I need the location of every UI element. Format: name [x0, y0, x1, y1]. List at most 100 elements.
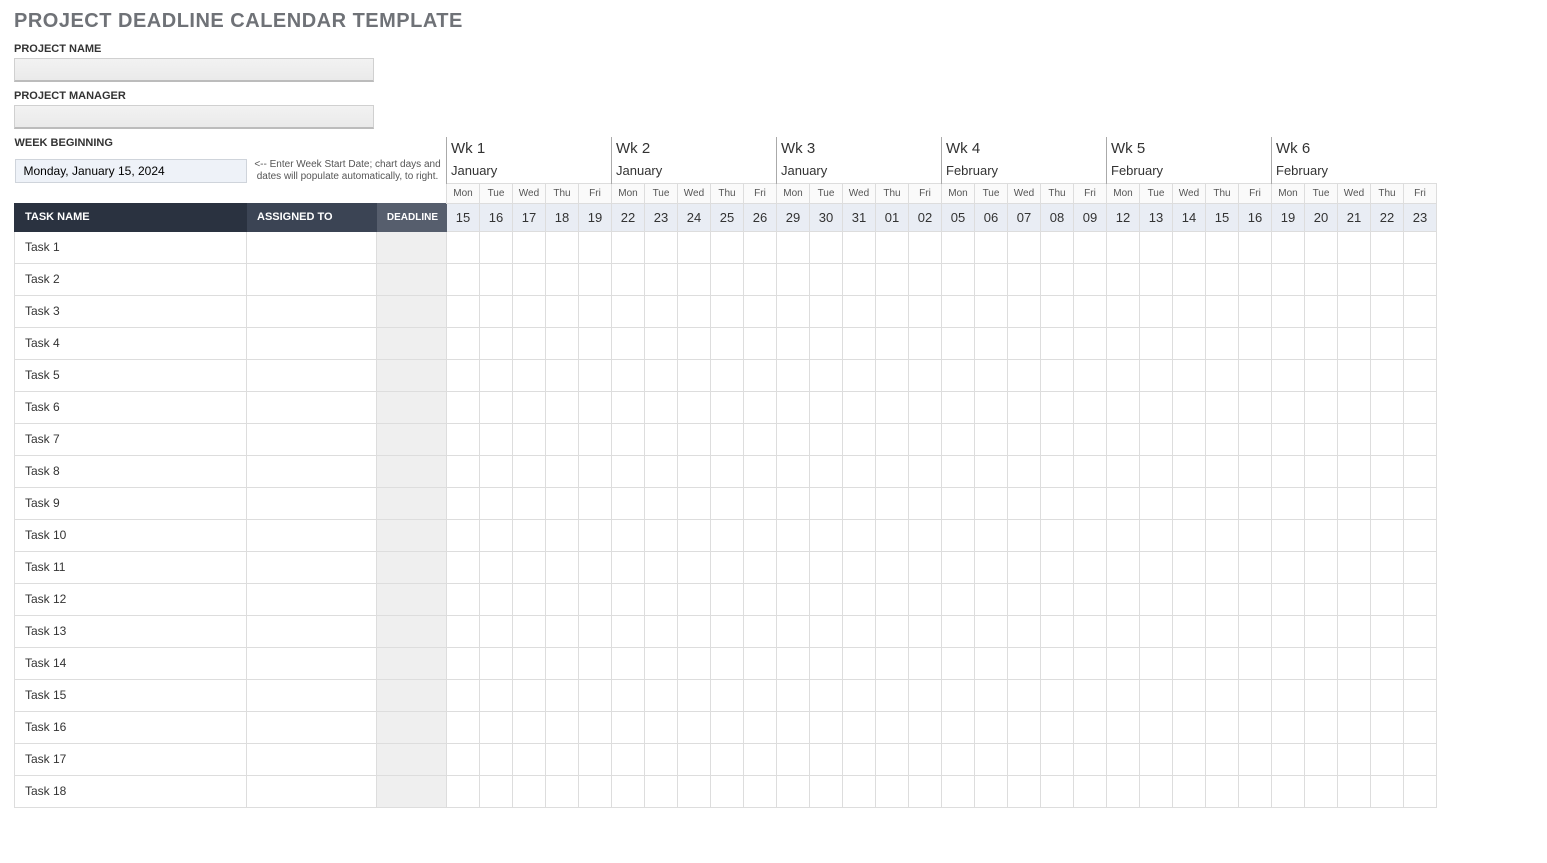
calendar-cell[interactable]	[810, 743, 843, 775]
calendar-cell[interactable]	[645, 487, 678, 519]
calendar-cell[interactable]	[744, 519, 777, 551]
calendar-cell[interactable]	[546, 295, 579, 327]
calendar-cell[interactable]	[876, 263, 909, 295]
calendar-cell[interactable]	[1107, 359, 1140, 391]
calendar-cell[interactable]	[1041, 583, 1074, 615]
calendar-cell[interactable]	[1041, 263, 1074, 295]
calendar-cell[interactable]	[942, 231, 975, 263]
calendar-cell[interactable]	[1239, 711, 1272, 743]
calendar-cell[interactable]	[513, 615, 546, 647]
calendar-cell[interactable]	[876, 583, 909, 615]
calendar-cell[interactable]	[1107, 391, 1140, 423]
calendar-cell[interactable]	[777, 231, 810, 263]
calendar-cell[interactable]	[579, 231, 612, 263]
calendar-cell[interactable]	[975, 359, 1008, 391]
calendar-cell[interactable]	[1173, 487, 1206, 519]
calendar-cell[interactable]	[876, 487, 909, 519]
calendar-cell[interactable]	[843, 679, 876, 711]
calendar-cell[interactable]	[1272, 423, 1305, 455]
task-name-cell[interactable]: Task 11	[15, 551, 247, 583]
calendar-cell[interactable]	[876, 711, 909, 743]
calendar-cell[interactable]	[1338, 775, 1371, 807]
calendar-cell[interactable]	[1140, 583, 1173, 615]
calendar-cell[interactable]	[1305, 423, 1338, 455]
calendar-cell[interactable]	[1107, 327, 1140, 359]
calendar-cell[interactable]	[1338, 487, 1371, 519]
calendar-cell[interactable]	[546, 487, 579, 519]
calendar-cell[interactable]	[810, 327, 843, 359]
calendar-cell[interactable]	[744, 647, 777, 679]
calendar-cell[interactable]	[1173, 519, 1206, 551]
calendar-cell[interactable]	[480, 231, 513, 263]
assigned-cell[interactable]	[247, 711, 377, 743]
calendar-cell[interactable]	[579, 519, 612, 551]
calendar-cell[interactable]	[1173, 391, 1206, 423]
deadline-cell[interactable]	[377, 359, 447, 391]
calendar-cell[interactable]	[1041, 519, 1074, 551]
calendar-cell[interactable]	[645, 263, 678, 295]
calendar-cell[interactable]	[546, 359, 579, 391]
calendar-cell[interactable]	[810, 711, 843, 743]
calendar-cell[interactable]	[1305, 743, 1338, 775]
calendar-cell[interactable]	[1404, 615, 1437, 647]
calendar-cell[interactable]	[909, 231, 942, 263]
calendar-cell[interactable]	[909, 423, 942, 455]
calendar-cell[interactable]	[1107, 615, 1140, 647]
calendar-cell[interactable]	[579, 679, 612, 711]
calendar-cell[interactable]	[1338, 679, 1371, 711]
calendar-cell[interactable]	[1404, 455, 1437, 487]
calendar-cell[interactable]	[744, 775, 777, 807]
calendar-cell[interactable]	[1173, 615, 1206, 647]
calendar-cell[interactable]	[678, 679, 711, 711]
calendar-cell[interactable]	[975, 327, 1008, 359]
calendar-cell[interactable]	[1074, 231, 1107, 263]
calendar-cell[interactable]	[975, 551, 1008, 583]
calendar-cell[interactable]	[975, 743, 1008, 775]
calendar-cell[interactable]	[711, 487, 744, 519]
calendar-cell[interactable]	[480, 455, 513, 487]
task-name-cell[interactable]: Task 15	[15, 679, 247, 711]
calendar-cell[interactable]	[711, 295, 744, 327]
calendar-cell[interactable]	[711, 263, 744, 295]
task-name-cell[interactable]: Task 7	[15, 423, 247, 455]
calendar-cell[interactable]	[480, 775, 513, 807]
calendar-cell[interactable]	[678, 743, 711, 775]
deadline-cell[interactable]	[377, 231, 447, 263]
calendar-cell[interactable]	[876, 455, 909, 487]
calendar-cell[interactable]	[1041, 551, 1074, 583]
calendar-cell[interactable]	[1239, 423, 1272, 455]
calendar-cell[interactable]	[1206, 647, 1239, 679]
calendar-cell[interactable]	[1074, 519, 1107, 551]
calendar-cell[interactable]	[1305, 295, 1338, 327]
calendar-cell[interactable]	[612, 647, 645, 679]
calendar-cell[interactable]	[1338, 583, 1371, 615]
calendar-cell[interactable]	[843, 263, 876, 295]
calendar-cell[interactable]	[1140, 551, 1173, 583]
calendar-cell[interactable]	[1371, 423, 1404, 455]
calendar-cell[interactable]	[909, 519, 942, 551]
calendar-cell[interactable]	[876, 743, 909, 775]
calendar-cell[interactable]	[1239, 391, 1272, 423]
calendar-cell[interactable]	[447, 711, 480, 743]
calendar-cell[interactable]	[678, 327, 711, 359]
calendar-cell[interactable]	[513, 743, 546, 775]
calendar-cell[interactable]	[678, 231, 711, 263]
calendar-cell[interactable]	[777, 679, 810, 711]
calendar-cell[interactable]	[1074, 455, 1107, 487]
calendar-cell[interactable]	[1239, 647, 1272, 679]
calendar-cell[interactable]	[1041, 647, 1074, 679]
calendar-cell[interactable]	[843, 487, 876, 519]
calendar-cell[interactable]	[1404, 647, 1437, 679]
calendar-cell[interactable]	[579, 743, 612, 775]
calendar-cell[interactable]	[942, 775, 975, 807]
calendar-cell[interactable]	[810, 551, 843, 583]
calendar-cell[interactable]	[1305, 359, 1338, 391]
calendar-cell[interactable]	[909, 711, 942, 743]
calendar-cell[interactable]	[645, 519, 678, 551]
calendar-cell[interactable]	[1239, 679, 1272, 711]
calendar-cell[interactable]	[480, 583, 513, 615]
assigned-cell[interactable]	[247, 231, 377, 263]
calendar-cell[interactable]	[612, 583, 645, 615]
calendar-cell[interactable]	[1173, 775, 1206, 807]
calendar-cell[interactable]	[1041, 615, 1074, 647]
